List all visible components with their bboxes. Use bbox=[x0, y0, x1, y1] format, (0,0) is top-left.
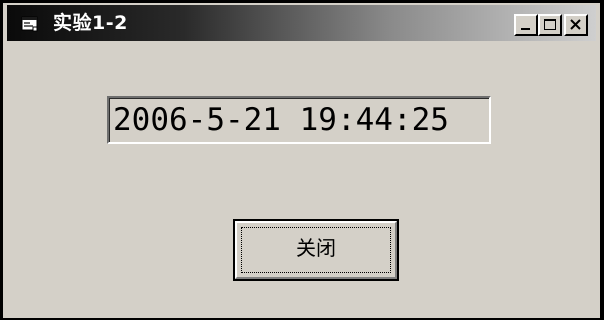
close-button-label: 关闭 bbox=[296, 236, 336, 260]
minimize-icon bbox=[521, 28, 530, 30]
minimize-button[interactable] bbox=[514, 14, 538, 36]
maximize-button[interactable] bbox=[538, 14, 562, 36]
window-title: 实验1-2 bbox=[53, 12, 128, 34]
close-button[interactable]: 关闭 bbox=[233, 219, 399, 281]
datetime-text: 2006-5-21 19:44:25 bbox=[113, 102, 449, 138]
title-bar[interactable]: 实验1-2 bbox=[7, 5, 596, 41]
maximize-icon bbox=[544, 19, 556, 30]
close-window-button[interactable] bbox=[564, 14, 588, 36]
close-icon bbox=[570, 19, 581, 30]
form-app-icon bbox=[21, 15, 39, 33]
app-window: 实验1-2 2006-5-21 19:44:25 关闭 bbox=[0, 0, 604, 320]
datetime-label: 2006-5-21 19:44:25 bbox=[107, 96, 491, 144]
